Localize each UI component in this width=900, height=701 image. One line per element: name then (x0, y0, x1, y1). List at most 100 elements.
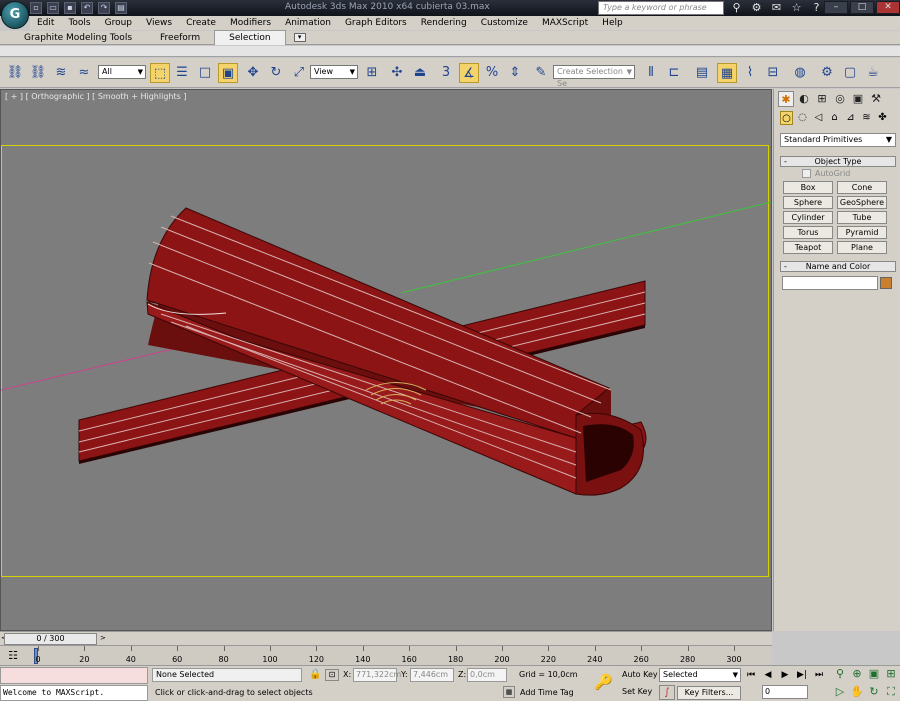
go-to-start-icon[interactable]: ⏮ (744, 668, 758, 682)
plane-button[interactable]: Plane (837, 241, 887, 254)
ribbon-minimize-toggle[interactable]: ▾ (293, 33, 306, 42)
object-type-rollout[interactable]: - Object Type (780, 156, 896, 167)
align-icon[interactable]: ⊏ (664, 63, 684, 83)
maxscript-mini-listener[interactable] (0, 667, 148, 684)
redo-icon[interactable]: ↷ (98, 2, 110, 14)
go-to-end-icon[interactable]: ⏭ (812, 668, 826, 682)
new-file-icon[interactable]: ▫ (30, 2, 42, 14)
select-and-scale-icon[interactable]: ⤢ (289, 63, 309, 83)
menu-modifiers[interactable]: Modifiers (223, 16, 278, 30)
named-selection-sets-dropdown[interactable]: Create Selection Se ▼ (553, 65, 635, 88)
select-and-move-icon[interactable]: ✥ (243, 63, 263, 83)
tab-freeform[interactable]: Freeform (146, 31, 214, 45)
material-editor-icon[interactable]: ◍ (790, 63, 810, 83)
object-color-swatch[interactable] (880, 277, 892, 289)
layer-manager-icon[interactable]: ▤ (692, 63, 712, 83)
teapot-button[interactable]: Teapot (783, 241, 833, 254)
shapes-icon[interactable]: ◌ (796, 111, 809, 125)
pan-view-icon[interactable]: ✋ (850, 685, 864, 699)
menu-help[interactable]: Help (595, 16, 630, 30)
cameras-icon[interactable]: ⌂ (828, 111, 841, 125)
selection-lock-icon[interactable]: 🔒 (309, 669, 321, 681)
current-frame-field[interactable]: 0 (762, 685, 808, 699)
select-by-name-icon[interactable]: ☰ (172, 63, 192, 83)
help-icon[interactable]: ? (810, 1, 823, 14)
geosphere-button[interactable]: GeoSphere (837, 196, 887, 209)
object-name-field[interactable] (782, 276, 878, 290)
render-production-icon[interactable]: ☕ (863, 63, 883, 83)
y-coordinate-field[interactable]: 7,446cm (410, 668, 454, 682)
open-file-icon[interactable]: ▭ (47, 2, 59, 14)
undo-icon[interactable]: ↶ (81, 2, 93, 14)
autogrid-checkbox[interactable]: AutoGrid (802, 169, 850, 178)
comm-center-icon[interactable]: ✉ (770, 1, 783, 14)
render-setup-icon[interactable]: ⚙ (817, 63, 837, 83)
key-mode-dropdown[interactable]: Selected ▼ (659, 668, 741, 682)
favorites-icon[interactable]: ☆ (790, 1, 803, 14)
close-button[interactable]: ✕ (876, 1, 900, 14)
keyboard-shortcut-override-icon[interactable]: ⏏ (410, 63, 430, 83)
schematic-view-icon[interactable]: ⊟ (763, 63, 783, 83)
lights-icon[interactable]: ◁ (812, 111, 825, 125)
default-in-out-tangent-icon[interactable]: ∫ (659, 685, 675, 700)
maximize-viewport-icon[interactable]: ⛶ (884, 685, 898, 699)
menu-rendering[interactable]: Rendering (414, 16, 474, 30)
auto-key-button[interactable]: Auto Key (622, 668, 658, 682)
add-time-tag-button[interactable]: Add Time Tag (520, 688, 574, 697)
cylinder-button[interactable]: Cylinder (783, 211, 833, 224)
name-and-color-rollout[interactable]: - Name and Color (780, 261, 896, 272)
field-of-view-icon[interactable]: ▷ (833, 685, 847, 699)
pivot-center-icon[interactable]: ⊞ (362, 63, 382, 83)
tab-selection[interactable]: Selection (214, 30, 286, 45)
x-coordinate-field[interactable]: 771,322cm (353, 668, 401, 682)
time-tag-icon[interactable]: ▦ (503, 686, 515, 698)
bind-space-warp-icon[interactable]: ≋ (51, 63, 71, 83)
menu-tools[interactable]: Tools (61, 16, 97, 30)
curve-editor-icon[interactable]: ⌇ (740, 63, 760, 83)
menu-graph-editors[interactable]: Graph Editors (338, 16, 414, 30)
z-coordinate-field[interactable]: 0,0cm (467, 668, 507, 682)
key-filters-button[interactable]: Key Filters... (677, 686, 741, 700)
absolute-mode-icon[interactable]: ⊡ (325, 669, 339, 681)
motion-panel-icon[interactable]: ◎ (832, 91, 848, 107)
reference-coordinate-dropdown[interactable]: View ▼ (310, 65, 358, 79)
snaps-toggle-icon[interactable]: 3 (436, 63, 456, 83)
project-folder-icon[interactable]: ▤ (115, 2, 127, 14)
primitive-type-dropdown[interactable]: Standard Primitives ▼ (780, 133, 896, 147)
next-frame-icon[interactable]: ▶| (795, 668, 809, 682)
play-icon[interactable]: ▶ (778, 668, 792, 682)
display-panel-icon[interactable]: ▣ (850, 91, 866, 107)
menu-customize[interactable]: Customize (474, 16, 535, 30)
select-and-rotate-icon[interactable]: ↻ (266, 63, 286, 83)
selection-filter-dropdown[interactable]: All ▼ (98, 65, 146, 79)
maxscript-output[interactable]: Welcome to MAXScript. (0, 685, 148, 701)
space-warps-icon[interactable]: ≋ (860, 111, 873, 125)
window-crossing-icon[interactable]: ▣ (218, 63, 238, 83)
previous-frame-icon[interactable]: ◀ (761, 668, 775, 682)
unlink-selection-icon[interactable]: ⛓ (28, 63, 48, 83)
graphite-toggle-icon[interactable]: ▦ (717, 63, 737, 83)
orbit-icon[interactable]: ↻ (867, 685, 881, 699)
menu-views[interactable]: Views (139, 16, 179, 30)
geometry-icon[interactable]: ○ (780, 111, 793, 125)
set-key-icon[interactable]: 🔑 (594, 673, 613, 691)
zoom-icon[interactable]: ⚲ (833, 667, 847, 681)
application-button-icon[interactable]: G (1, 1, 29, 29)
menu-maxscript[interactable]: MAXScript (535, 16, 595, 30)
angle-snap-icon[interactable]: ∡ (459, 63, 479, 83)
systems-icon[interactable]: ✤ (876, 111, 889, 125)
rendered-frame-window-icon[interactable]: ▢ (840, 63, 860, 83)
subscription-icon[interactable]: ⚙ (750, 1, 763, 14)
percent-snap-icon[interactable]: % (482, 63, 502, 83)
spinner-snap-icon[interactable]: ⇕ (505, 63, 525, 83)
cone-button[interactable]: Cone (837, 181, 887, 194)
utilities-panel-icon[interactable]: ⚒ (868, 91, 884, 107)
menu-animation[interactable]: Animation (278, 16, 338, 30)
select-manipulate-icon[interactable]: ✣ (387, 63, 407, 83)
scene-geometry[interactable] (1, 90, 771, 630)
create-panel-icon[interactable]: ✱ (778, 91, 794, 107)
time-slider-thumb[interactable]: 0 / 300 (4, 633, 97, 645)
zoom-all-icon[interactable]: ⊕ (850, 667, 864, 681)
tube-button[interactable]: Tube (837, 211, 887, 224)
minimize-button[interactable]: – (824, 1, 848, 14)
